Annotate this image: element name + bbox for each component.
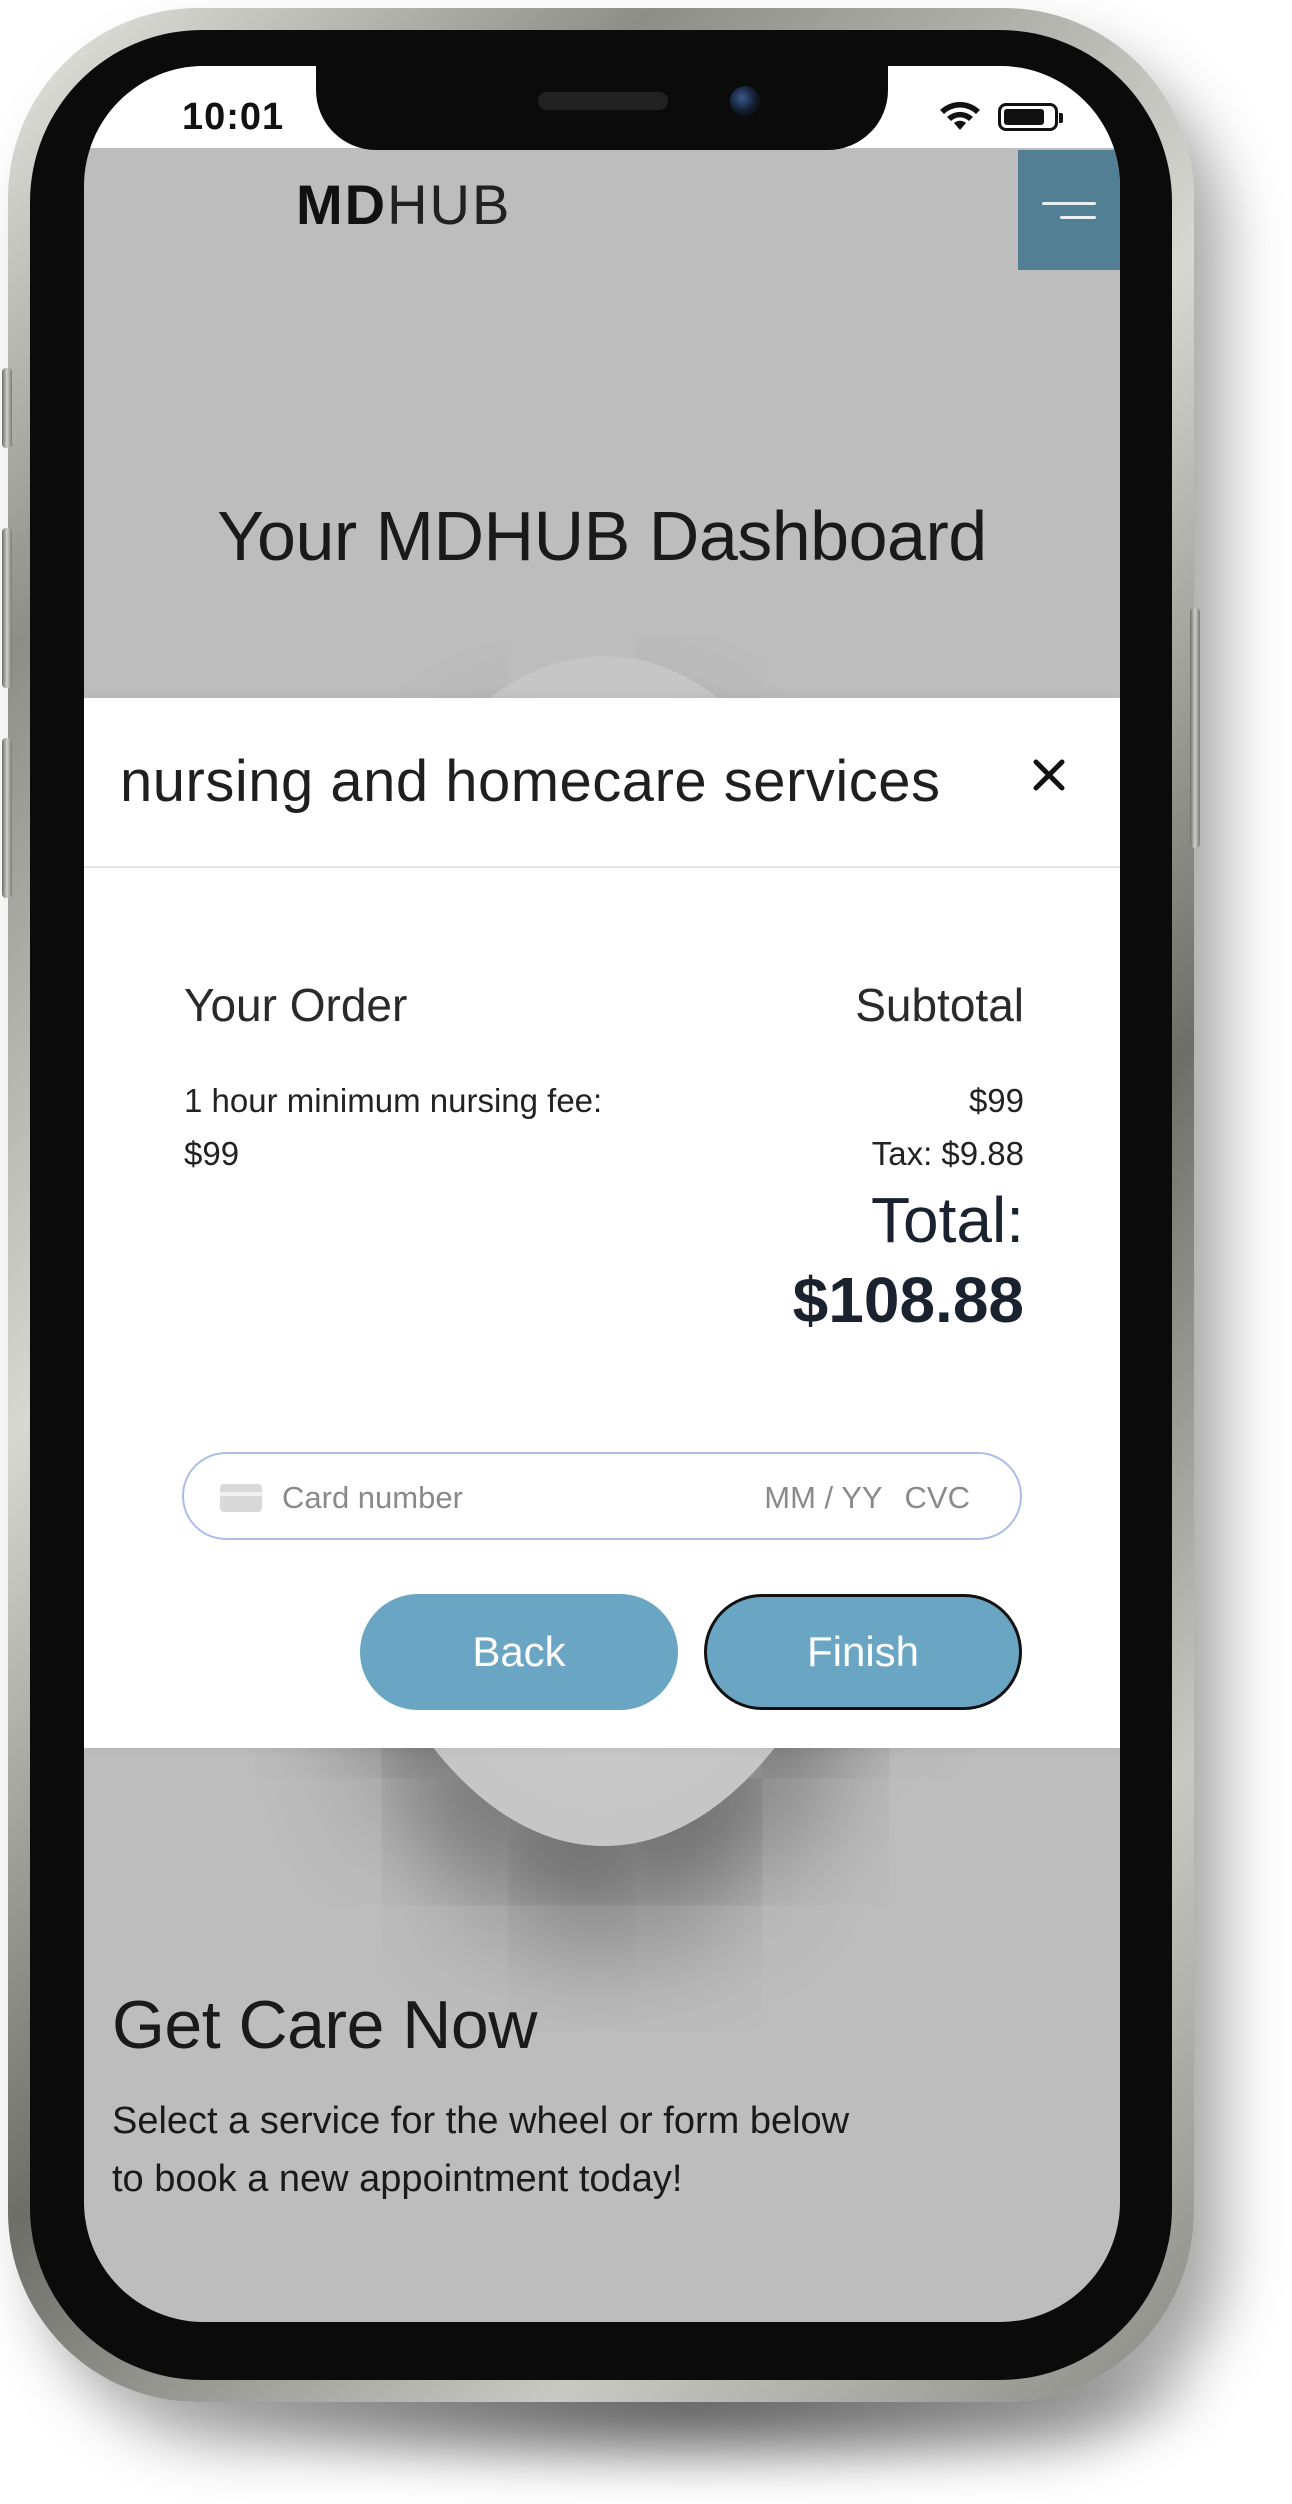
silent-switch xyxy=(2,368,12,448)
subtotal-heading: Subtotal xyxy=(855,979,1024,1031)
get-care-description: Select a service for the wheel or form b… xyxy=(112,2100,850,2200)
wifi-icon xyxy=(940,102,980,130)
modal-title: nursing and homecare services xyxy=(120,749,941,814)
card-cvc-placeholder[interactable]: CVC xyxy=(905,1480,970,1515)
modal-header: nursing and homecare services xyxy=(84,698,1120,868)
page-title: Your MDHUB Dashboard xyxy=(217,497,987,575)
order-totals: $99 Tax: $9.88 Total: $108.88 xyxy=(793,1074,1024,1340)
front-camera-icon xyxy=(730,86,760,116)
card-meta: MM / YY CVC xyxy=(764,1480,970,1516)
credit-card-icon xyxy=(220,1484,262,1512)
mdhub-logo[interactable]: MDHUB xyxy=(296,172,511,237)
phone-screen: 10:01 MDHUB Your MDHUB Dashboard nursing… xyxy=(84,66,1120,2322)
tax-value: Tax: $9.88 xyxy=(871,1135,1024,1172)
status-time: 10:01 xyxy=(182,96,285,138)
get-care-heading: Get Care Now xyxy=(112,1987,537,2063)
volume-up-button xyxy=(2,528,12,688)
order-line-item: 1 hour minimum nursing fee: $99 xyxy=(184,1082,603,1172)
finish-button[interactable]: Finish xyxy=(704,1594,1022,1710)
close-button[interactable] xyxy=(1024,750,1074,800)
speaker-grille xyxy=(538,92,668,110)
camera-notch xyxy=(316,66,888,150)
total-value: $108.88 xyxy=(792,1264,1024,1336)
back-button[interactable]: Back xyxy=(360,1594,678,1710)
logo-bold-text: MD xyxy=(296,173,388,236)
hamburger-menu-icon xyxy=(1042,202,1096,205)
close-icon xyxy=(1033,759,1065,791)
order-heading: Your Order xyxy=(184,979,408,1031)
logo-light-text: HUB xyxy=(387,173,512,236)
subtotal-value: $99 xyxy=(968,1082,1024,1119)
card-number-field[interactable]: Card number MM / YY CVC xyxy=(182,1452,1022,1540)
checkout-modal: nursing and homecare services Your Order… xyxy=(84,698,1120,1748)
menu-button[interactable] xyxy=(1018,150,1120,270)
device-mockup: 10:01 MDHUB Your MDHUB Dashboard nursing… xyxy=(0,0,1292,2504)
card-expiry-placeholder[interactable]: MM / YY xyxy=(764,1480,882,1515)
total-label: Total: xyxy=(871,1184,1024,1256)
card-number-placeholder: Card number xyxy=(282,1480,463,1515)
volume-down-button xyxy=(2,738,12,898)
status-icons xyxy=(938,100,1063,134)
battery-icon xyxy=(998,103,1063,131)
power-button xyxy=(1190,608,1200,848)
